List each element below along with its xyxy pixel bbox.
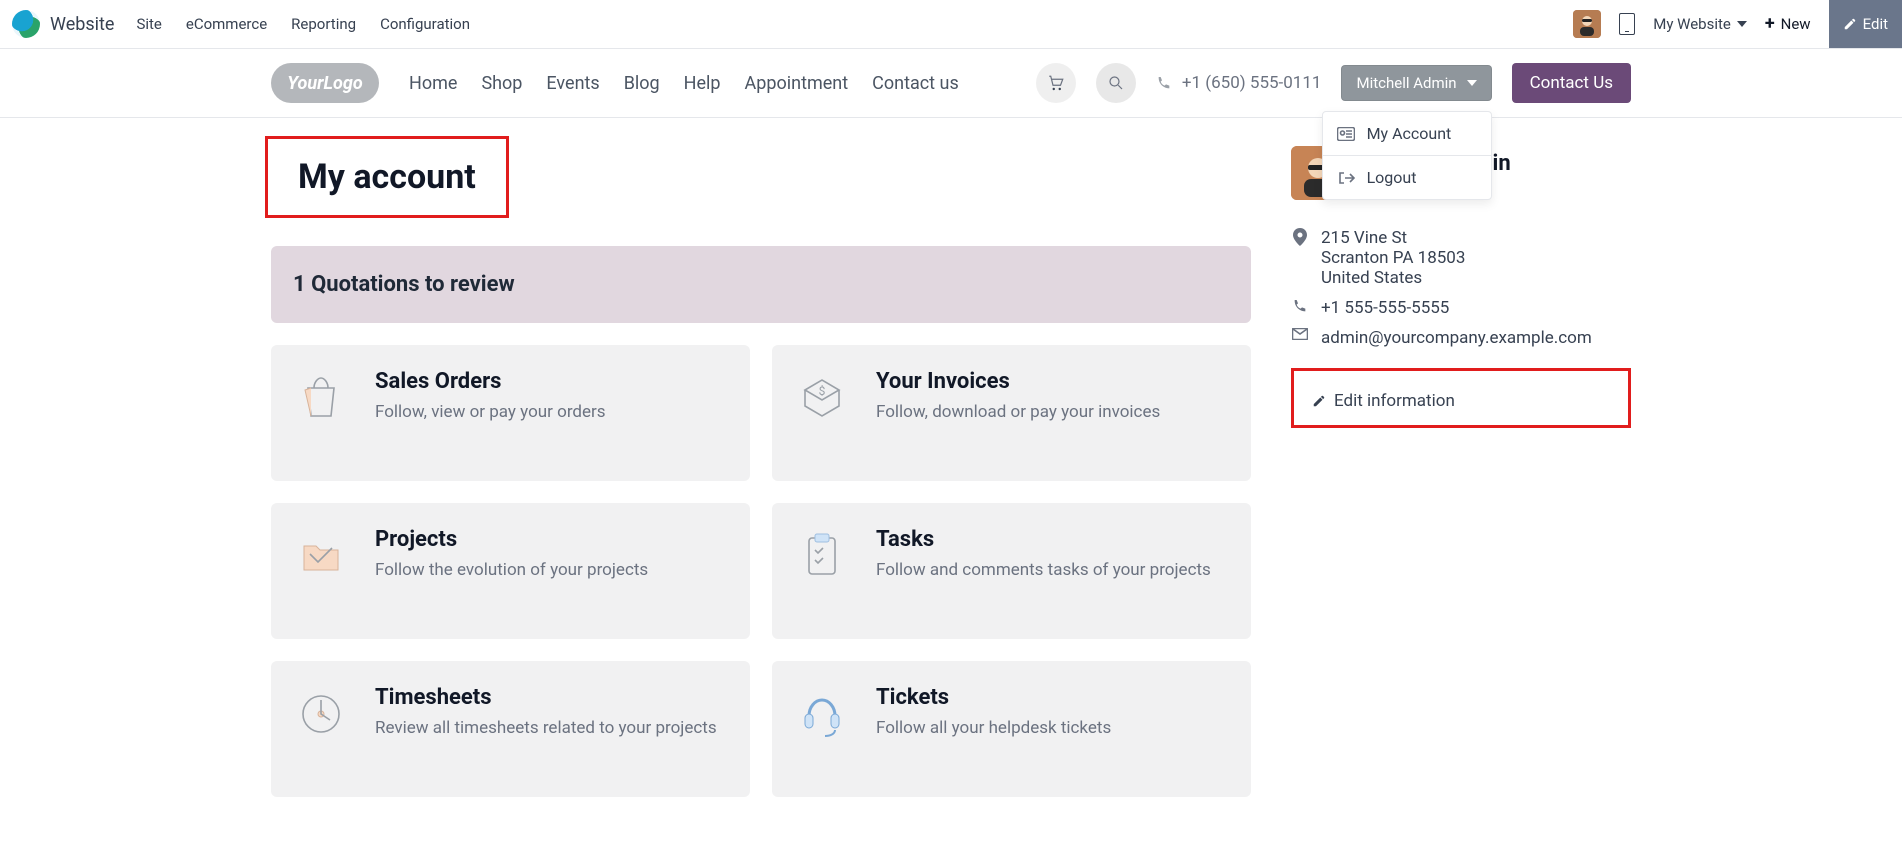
search-button[interactable] [1096,63,1136,103]
new-button[interactable]: + New [1765,15,1811,33]
address-line-1: 215 Vine St [1321,228,1465,248]
card-desc: Follow the evolution of your projects [375,558,648,583]
card-title: Tickets [876,685,1111,710]
highlight-box-edit-info: Edit information [1291,368,1631,428]
folder-icon [293,527,349,583]
card-title: Your Invoices [876,369,1160,394]
chevron-down-icon [1737,21,1747,27]
headset-icon [794,685,850,741]
card-desc: Follow, download or pay your invoices [876,400,1160,425]
edit-button-label: Edit [1863,15,1888,33]
header-phone: +1 (650) 555-0111 [1156,73,1322,93]
svg-text:$: $ [819,384,826,398]
nav-contact[interactable]: Contact us [872,73,959,94]
user-avatar[interactable] [1573,10,1601,38]
page-title: My account [286,151,488,203]
site-logo-text: YourLogo [287,73,362,94]
card-tickets[interactable]: Tickets Follow all your helpdesk tickets [772,661,1251,797]
nav-events[interactable]: Events [546,73,599,94]
phone-icon [1291,298,1309,314]
cart-icon [1047,74,1065,92]
card-title: Timesheets [375,685,717,710]
quotations-banner-text: 1 Quotations to review [293,272,515,297]
card-desc: Follow all your helpdesk tickets [876,716,1111,741]
brand[interactable]: Website [12,10,114,38]
nav-home[interactable]: Home [409,73,457,94]
header-phone-text: +1 (650) 555-0111 [1182,73,1322,93]
card-title: Projects [375,527,648,552]
user-menu-button[interactable]: Mitchell Admin [1341,65,1491,101]
envelope-icon [1291,328,1309,340]
nav-help[interactable]: Help [684,73,721,94]
admin-nav-site[interactable]: Site [136,15,161,33]
profile-phone: +1 555-555-5555 [1291,298,1631,318]
card-desc: Follow, view or pay your orders [375,400,606,425]
edit-information-label: Edit information [1334,391,1455,411]
user-menu-dropdown: My Account Logout [1322,111,1492,200]
plus-icon: + [1765,15,1775,33]
contact-us-label: Contact Us [1530,73,1613,93]
card-tasks[interactable]: Tasks Follow and comments tasks of your … [772,503,1251,639]
card-desc: Review all timesheets related to your pr… [375,716,717,741]
invoice-icon: $ [794,369,850,425]
pencil-icon [1312,394,1326,408]
nav-appointment[interactable]: Appointment [745,73,849,94]
brand-name: Website [50,14,114,35]
profile-address: 215 Vine St Scranton PA 18503 United Sta… [1291,228,1631,288]
phone-icon [1156,75,1172,91]
nav-shop[interactable]: Shop [481,73,522,94]
card-sales-orders[interactable]: Sales Orders Follow, view or pay your or… [271,345,750,481]
admin-nav-reporting[interactable]: Reporting [291,15,356,33]
highlight-box-title: My account [265,136,509,218]
chevron-down-icon [1467,80,1477,86]
user-menu-logout[interactable]: Logout [1323,155,1491,199]
site-switcher[interactable]: My Website [1653,15,1747,33]
site-nav: Home Shop Events Blog Help Appointment C… [409,73,959,94]
clipboard-icon [794,527,850,583]
clock-icon [293,685,349,741]
site-logo[interactable]: YourLogo [271,63,379,103]
profile-phone-text: +1 555-555-5555 [1321,298,1449,318]
map-pin-icon [1291,228,1309,246]
profile-email: admin@yourcompany.example.com [1291,328,1631,348]
card-title: Sales Orders [375,369,606,394]
user-menu-item-label: My Account [1367,124,1452,143]
bag-icon [293,369,349,425]
edit-button[interactable]: Edit [1829,0,1902,48]
admin-nav-ecommerce[interactable]: eCommerce [186,15,267,33]
card-timesheets[interactable]: Timesheets Review all timesheets related… [271,661,750,797]
admin-bar: Website Site eCommerce Reporting Configu… [0,0,1902,49]
edit-information-link[interactable]: Edit information [1304,385,1463,417]
card-title: Tasks [876,527,1211,552]
logout-icon [1337,171,1355,185]
id-card-icon [1337,127,1355,141]
user-menu-item-label: Logout [1367,168,1417,187]
user-menu: Mitchell Admin My Account Logout [1341,65,1491,101]
site-switcher-label: My Website [1653,15,1731,33]
quotations-banner[interactable]: 1 Quotations to review [271,246,1251,323]
card-invoices[interactable]: $ Your Invoices Follow, download or pay … [772,345,1251,481]
cards-grid: Sales Orders Follow, view or pay your or… [271,345,1251,797]
card-desc: Follow and comments tasks of your projec… [876,558,1211,583]
admin-nav: Site eCommerce Reporting Configuration [136,15,470,33]
new-button-label: New [1781,15,1811,33]
address-line-3: United States [1321,268,1465,288]
user-menu-my-account[interactable]: My Account [1323,112,1491,155]
nav-blog[interactable]: Blog [624,73,660,94]
admin-nav-configuration[interactable]: Configuration [380,15,470,33]
cart-button[interactable] [1036,63,1076,103]
user-menu-label: Mitchell Admin [1356,74,1456,92]
pencil-icon [1843,17,1857,31]
address-line-2: Scranton PA 18503 [1321,248,1465,268]
card-projects[interactable]: Projects Follow the evolution of your pr… [271,503,750,639]
contact-us-button[interactable]: Contact Us [1512,63,1631,103]
profile-email-text: admin@yourcompany.example.com [1321,328,1592,348]
search-icon [1107,74,1125,92]
mobile-preview-icon[interactable] [1619,13,1635,35]
odoo-logo-icon [12,10,40,38]
